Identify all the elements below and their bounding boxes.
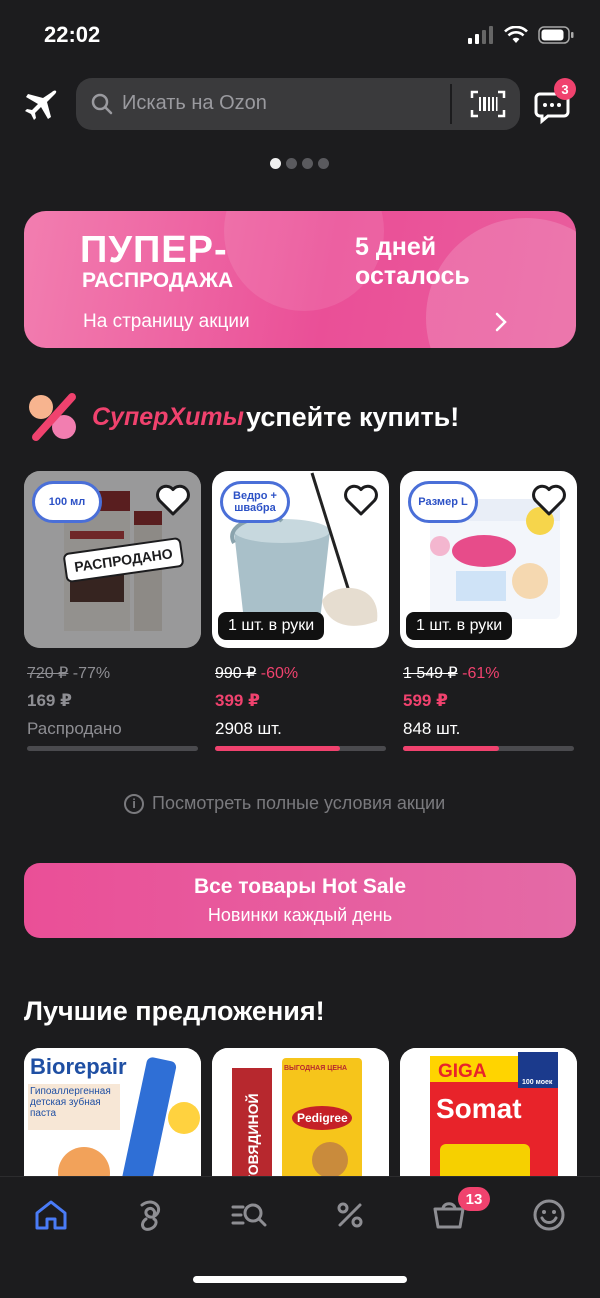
superhits-title: успейте купить! — [246, 402, 460, 432]
home-icon[interactable] — [33, 1197, 69, 1233]
barcode-icon[interactable] — [470, 90, 506, 118]
status-time: 22:02 — [44, 22, 101, 47]
terms-label: Посмотреть полные условия акции — [152, 793, 446, 813]
limit-pill: 1 шт. в руки — [218, 612, 325, 640]
chat-badge: 3 — [554, 78, 576, 100]
promo-banner[interactable]: ПУПЕР- РАСПРОДАЖА 5 дней осталось На стр… — [24, 211, 576, 348]
chevron-right-icon — [495, 312, 507, 332]
hotsale-title: Все товары Hot Sale — [193, 875, 407, 898]
old-price-value: 1 549 ₽ — [403, 665, 458, 682]
best-offer-card[interactable]: Biorepair Гипоаллергенная детская зубная… — [24, 1048, 201, 1176]
hotsale-button[interactable]: Все товары Hot Sale Новинки каждый день — [24, 863, 576, 938]
best-badge-text: 100 моек — [522, 1079, 553, 1086]
stock-qty: 848 шт. — [403, 719, 461, 738]
banner-days-line: 5 дней — [355, 233, 437, 261]
stock-progress — [403, 746, 574, 751]
superhits-header: СуперХиты успейте купить! — [24, 389, 584, 451]
toothpaste-image: Biorepair Гипоаллергенная детская зубная… — [24, 1048, 201, 1176]
best-brand-text: Pedigree — [297, 1111, 348, 1125]
app-header: Искать на Ozon 3 — [0, 70, 600, 140]
carousel-dots — [270, 158, 329, 169]
banner-days-line: осталось — [355, 262, 470, 290]
limit-pill: 1 шт. в руки — [406, 612, 513, 640]
stock-qty: Распродано — [27, 719, 122, 738]
product-card[interactable]: 100 мл РАСПРОДАНО 720 ₽ -77% 169 ₽ Распр… — [24, 471, 201, 751]
battery-icon — [538, 26, 574, 44]
stock-progress — [215, 746, 386, 751]
old-price: 990 ₽ -60% — [215, 663, 298, 683]
catalog-search-icon[interactable] — [231, 1197, 267, 1233]
superhits-brand: СуперХиты — [92, 403, 244, 431]
discount: -77% — [72, 665, 111, 682]
banner-link[interactable]: На страницу акции — [83, 311, 250, 333]
product-tag: Ведро + швабра — [220, 481, 290, 523]
profile-icon[interactable] — [531, 1197, 567, 1233]
search-icon — [91, 93, 113, 115]
product-tag: 100 мл — [32, 481, 102, 523]
stock-progress — [27, 746, 198, 751]
terms-link[interactable]: i Посмотреть полные условия акции — [124, 793, 445, 814]
product-tag: Размер L — [408, 481, 478, 523]
heart-icon[interactable] — [531, 483, 567, 517]
best-size-text: GIGA — [438, 1061, 487, 1082]
best-brand-text: Biorepair — [30, 1054, 127, 1079]
best-offers-title: Лучшие предложения! — [24, 996, 325, 1026]
banner-days: 5 дней осталось — [355, 233, 470, 291]
price: 599 ₽ — [403, 691, 448, 710]
carousel-dot[interactable] — [270, 158, 281, 169]
plane-icon[interactable] — [22, 86, 60, 124]
price: 399 ₽ — [215, 691, 260, 710]
percent-icon[interactable] — [332, 1197, 368, 1233]
heart-icon[interactable] — [343, 483, 379, 517]
carousel-dot[interactable] — [302, 158, 313, 169]
discount: -61% — [462, 665, 500, 682]
discount: -60% — [260, 665, 299, 682]
dog-food-image: ГОВЯДИНОЙ ВЫГОДНАЯ ЦЕНА Pedigree — [212, 1048, 389, 1176]
hotsale-subtitle: Новинки каждый день — [207, 905, 393, 925]
old-price-value: 990 ₽ — [215, 665, 257, 682]
status-bar: 22:02 — [0, 0, 600, 70]
search-bar[interactable]: Искать на Ozon — [76, 78, 520, 130]
product-image[interactable]: Размер L 1 шт. в руки — [400, 471, 577, 648]
stock-progress-fill — [403, 746, 499, 751]
best-tag-text: ВЫГОДНАЯ ЦЕНА — [284, 1065, 347, 1072]
signal-icon — [468, 26, 493, 44]
best-flavor-text: ГОВЯДИНОЙ — [244, 1093, 261, 1176]
home-indicator[interactable] — [193, 1276, 407, 1283]
price: 169 ₽ — [27, 691, 72, 710]
best-desc-box: Гипоаллергенная детская зубная паста — [30, 1086, 111, 1119]
percent-logo-icon — [29, 393, 76, 441]
product-image[interactable]: 100 мл РАСПРОДАНО — [24, 471, 201, 648]
product-card[interactable]: Размер L 1 шт. в руки 1 549 ₽ -61% 599 ₽… — [400, 471, 577, 751]
banner-title: ПУПЕР- — [80, 229, 228, 271]
info-icon: i — [124, 793, 144, 814]
old-price: 1 549 ₽ -61% — [403, 663, 499, 683]
main-content[interactable]: ПУПЕР- РАСПРОДАЖА 5 дней осталось На стр… — [0, 140, 600, 1176]
search-divider — [450, 84, 452, 124]
fresh-icon[interactable] — [132, 1197, 168, 1233]
product-image[interactable]: Ведро + швабра 1 шт. в руки — [212, 471, 389, 648]
product-card[interactable]: Ведро + швабра 1 шт. в руки 990 ₽ -60% 3… — [212, 471, 389, 751]
best-desc-text: Гипоаллергенная детская зубная паста — [30, 1086, 111, 1119]
stock-qty: 2908 шт. — [215, 719, 282, 738]
best-offer-card[interactable]: ГОВЯДИНОЙ ВЫГОДНАЯ ЦЕНА Pedigree — [212, 1048, 389, 1176]
heart-icon[interactable] — [155, 483, 191, 517]
cart-badge: 13 — [458, 1187, 490, 1211]
stock-progress-fill — [215, 746, 340, 751]
banner-subtitle: РАСПРОДАЖА — [82, 269, 234, 292]
old-price: 720 ₽ -77% — [27, 663, 110, 683]
old-price-value: 720 ₽ — [27, 665, 69, 682]
carousel-dot[interactable] — [318, 158, 329, 169]
somat-image: GIGA 100 моек Somat — [400, 1048, 577, 1176]
search-input[interactable]: Искать на Ozon — [122, 92, 267, 115]
wifi-icon — [504, 26, 528, 43]
status-icons — [468, 26, 574, 44]
best-offer-card[interactable]: GIGA 100 моек Somat — [400, 1048, 577, 1176]
best-brand-text: Somat — [436, 1093, 522, 1124]
carousel-dot[interactable] — [286, 158, 297, 169]
